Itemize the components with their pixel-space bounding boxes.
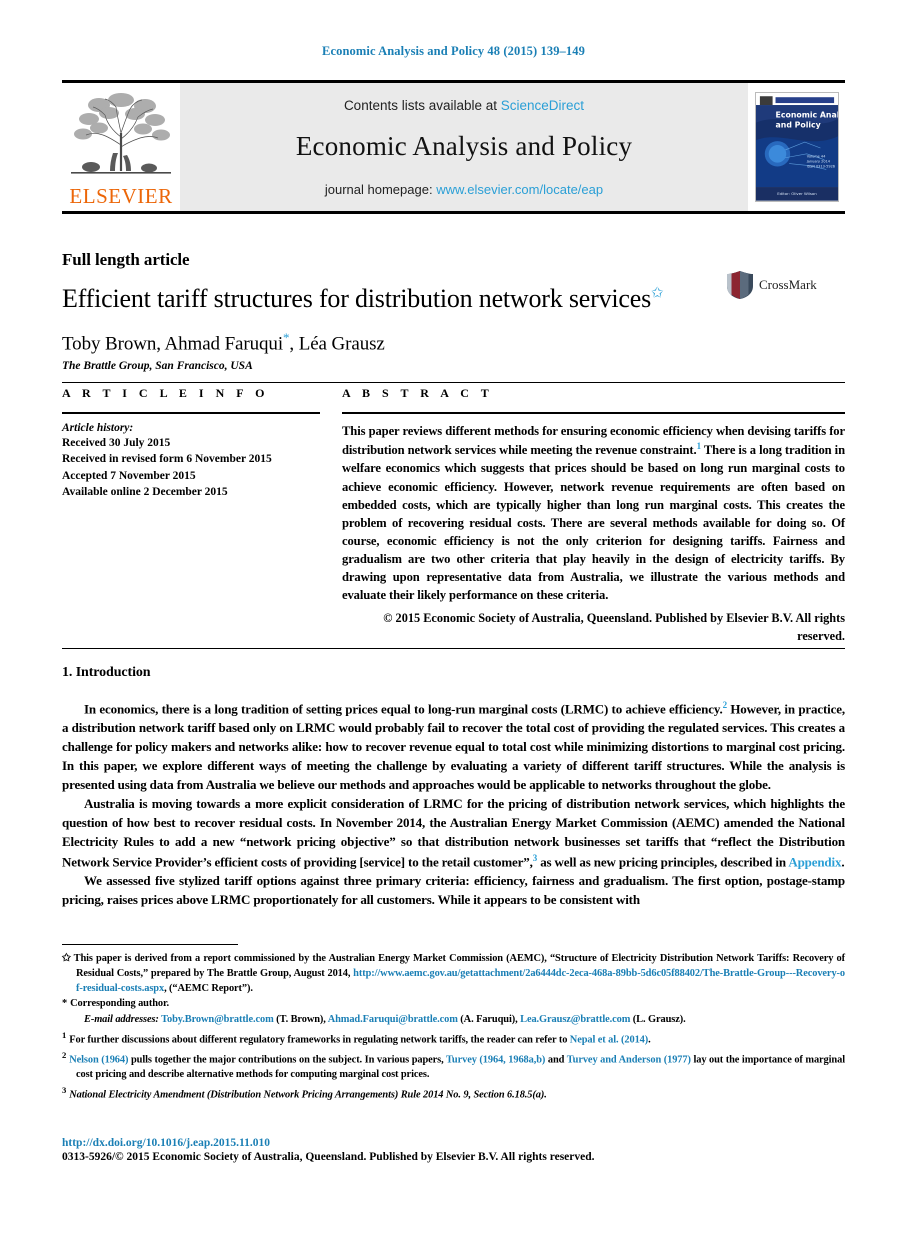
body-top-rule	[62, 648, 845, 649]
contents-prefix: Contents lists available at	[343, 97, 501, 113]
running-head: Economic Analysis and Policy 48 (2015) 1…	[322, 44, 585, 58]
footnote-emails: E-mail addresses: Toby.Brown@brattle.com…	[62, 1013, 845, 1028]
homepage-prefix: journal homepage:	[324, 181, 437, 197]
footnotes-section: ✩ This paper is derived from a report com…	[62, 944, 845, 1104]
sciencedirect-link[interactable]: ScienceDirect	[501, 98, 584, 113]
article-head-rule	[62, 382, 845, 384]
corresponding-marker: *	[62, 998, 68, 1010]
history-received: Received 30 July 2015	[62, 437, 171, 449]
abstract-part-2: There is a long tradition in welfare eco…	[342, 443, 845, 603]
svg-text:and Policy: and Policy	[775, 120, 820, 129]
footnote-separator-rule	[62, 944, 238, 945]
crossmark-badge[interactable]: CrossMark	[725, 270, 845, 300]
footnote-3-marker: 3	[62, 1085, 67, 1096]
article-page: Economic Analysis and Policy 48 (2015) 1…	[0, 0, 907, 1238]
footnote-2: 2 Nelson (1964) pulls together the major …	[62, 1049, 845, 1083]
footnote-1-text-b: .	[648, 1034, 651, 1046]
footnote-corresponding-author: * Corresponding author.	[62, 997, 845, 1012]
history-online: Available online 2 December 2015	[62, 485, 228, 498]
footnote-2-marker: 2	[62, 1050, 67, 1061]
email-ahmad-faruqui[interactable]: Ahmad.Faruqui@brattle.com	[328, 1014, 458, 1025]
reference-link-turvey-anderson[interactable]: Turvey and Anderson (1977)	[567, 1055, 691, 1066]
journal-masthead: ELSEVIER Contents lists available at Sci…	[62, 80, 845, 214]
email-addresses-label: E-mail addresses:	[84, 1014, 159, 1026]
abstract-rule	[342, 412, 845, 414]
footnote-3: 3 National Electricity Amendment (Distrib…	[62, 1084, 845, 1103]
svg-text:Editor: Oliver Wilson: Editor: Oliver Wilson	[777, 191, 817, 196]
article-type-kicker: Full length article	[62, 250, 190, 269]
authors-tail: , Léa Grausz	[289, 333, 385, 355]
p2-part-c: .	[841, 854, 845, 870]
history-revised: Received in revised form 6 November 2015	[62, 453, 272, 466]
journal-cover-thumbnail: Economic Analysis and Policy Volume 44 J…	[754, 92, 839, 202]
section-heading-introduction: 1. Introduction	[62, 665, 151, 680]
page-footer: http://dx.doi.org/10.1016/j.eap.2015.11.…	[62, 1137, 845, 1163]
crossmark-label: CrossMark	[759, 277, 817, 292]
journal-title: Economic Analysis and Policy	[295, 130, 633, 161]
journal-cover-cell: Economic Analysis and Policy Volume 44 J…	[748, 83, 845, 211]
page-title: Efficient tariff structures for distribu…	[62, 284, 762, 314]
elsevier-wordmark: ELSEVIER	[69, 184, 173, 208]
article-info-column: A R T I C L E I N F O Article history: R…	[62, 386, 320, 646]
footnote-2-text-b: and	[545, 1054, 567, 1066]
paragraph-3: We assessed five stylized tariff options…	[62, 873, 845, 908]
article-info-heading: A R T I C L E I N F O	[62, 386, 269, 400]
article-header: Full length article Efficient tariff str…	[62, 238, 845, 384]
masthead-bottom-rule	[62, 211, 845, 214]
history-accepted: Accepted 7 November 2015	[62, 469, 196, 482]
footnote-1-text-a: For further discussions about different …	[69, 1034, 570, 1046]
paragraph-2: Australia is moving towards a more expli…	[62, 795, 845, 872]
abstract-heading: A B S T R A C T	[342, 386, 494, 400]
paragraph-1: In economics, there is a long tradition …	[62, 699, 845, 795]
email-toby-brown-who: (T. Brown),	[273, 1014, 328, 1026]
abstract-text: This paper reviews different methods for…	[342, 422, 845, 604]
footnote-3-text: National Electricity Amendment (Distribu…	[69, 1089, 547, 1101]
article-body: 1. Introduction In economics, there is a…	[62, 648, 845, 910]
corresponding-author-text: Corresponding author.	[70, 998, 170, 1010]
footnote-star-marker: ✩	[62, 953, 71, 964]
p1-part-a: In economics, there is a long tradition …	[84, 701, 723, 717]
svg-text:Volume 44: Volume 44	[806, 155, 825, 159]
reference-link-nelson[interactable]: Nelson (1964)	[69, 1055, 128, 1066]
affiliation: The Brattle Group, San Francisco, USA	[62, 360, 253, 373]
appendix-link[interactable]: Appendix	[788, 854, 841, 869]
footnote-star-text-b: , (“AEMC Report”).	[164, 982, 253, 994]
doi-link[interactable]: http://dx.doi.org/10.1016/j.eap.2015.11.…	[62, 1137, 845, 1149]
authors-main: Toby Brown, Ahmad Faruqui	[62, 333, 283, 355]
p2-part-b: as well as new pricing principles, descr…	[537, 854, 789, 870]
journal-homepage-link[interactable]: www.elsevier.com/locate/eap	[436, 182, 603, 197]
reference-link-nepal[interactable]: Nepal et al. (2014)	[570, 1034, 648, 1045]
svg-text:January 2014: January 2014	[805, 160, 830, 164]
abstract-column: A B S T R A C T This paper reviews diffe…	[342, 386, 845, 646]
reference-link-turvey[interactable]: Turvey (1964, 1968a,b)	[446, 1055, 545, 1066]
journal-cover-artwork: Economic Analysis and Policy Volume 44 J…	[755, 93, 838, 201]
info-abstract-section: A R T I C L E I N F O Article history: R…	[62, 386, 845, 646]
svg-text:ISSN 0313-5926: ISSN 0313-5926	[806, 165, 834, 169]
title-text: Efficient tariff structures for distribu…	[62, 284, 651, 313]
elsevier-tree-icon	[71, 93, 171, 174]
article-history-label: Article history:	[62, 422, 134, 434]
contents-available-line: Contents lists available at ScienceDirec…	[344, 98, 584, 113]
email-ahmad-faruqui-who: (A. Faruqui),	[457, 1014, 521, 1026]
footnote-2-text-a: pulls together the major contributions o…	[128, 1054, 447, 1066]
issn-copyright-line: 0313-5926/© 2015 Economic Society of Aus…	[62, 1151, 595, 1163]
masthead-panel: Contents lists available at ScienceDirec…	[180, 83, 748, 211]
abstract-copyright: © 2015 Economic Society of Australia, Qu…	[383, 611, 845, 644]
journal-homepage-line: journal homepage: www.elsevier.com/locat…	[325, 182, 603, 197]
email-lea-grausz-who: (L. Grausz).	[630, 1014, 686, 1026]
svg-text:Economic Analysis: Economic Analysis	[775, 111, 837, 120]
crossmark-shield-icon	[727, 271, 753, 299]
author-list: Toby Brown, Ahmad Faruqui*, Léa Grausz	[62, 330, 845, 355]
footnote-1: 1 For further discussions about different…	[62, 1029, 845, 1048]
footnote-star: ✩ This paper is derived from a report com…	[62, 952, 845, 996]
email-toby-brown[interactable]: Toby.Brown@brattle.com	[161, 1014, 274, 1025]
elsevier-logo: ELSEVIER	[62, 83, 180, 211]
email-lea-grausz[interactable]: Lea.Grausz@brattle.com	[520, 1014, 630, 1025]
title-footnote-star[interactable]: ✩	[651, 285, 664, 301]
article-info-rule	[62, 412, 320, 414]
footnote-1-marker: 1	[62, 1029, 67, 1040]
